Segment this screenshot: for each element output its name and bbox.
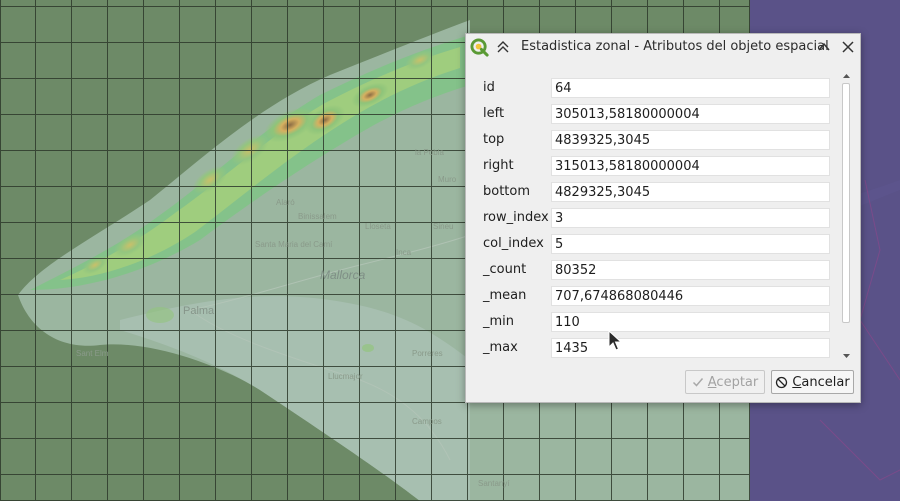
scrollbar-thumb[interactable] [842, 83, 850, 323]
attribute-row-top: top 4839325,3045 [476, 128, 832, 154]
attribute-label: right [483, 158, 514, 173]
attribute-label: bottom [483, 184, 531, 199]
double-chevron-up-icon[interactable] [495, 39, 511, 55]
scroll-down-arrow-icon[interactable] [840, 350, 853, 362]
scroll-up-arrow-icon[interactable] [840, 70, 853, 82]
attribute-row-left: left 305013,58180000004 [476, 102, 832, 128]
cancel-button-label: Cancelar [792, 374, 850, 390]
dialog-title: Estadistica zonal - Atributos del objeto… [521, 39, 829, 54]
attribute-value-field[interactable]: 315013,58180000004 [551, 156, 830, 176]
attribute-value-field[interactable]: 110 [551, 312, 830, 332]
attribute-row-bottom: bottom 4829325,3045 [476, 180, 832, 206]
cancel-circle-icon [776, 376, 788, 388]
attribute-label: top [483, 132, 505, 147]
attribute-row-mean: _mean 707,674868080446 [476, 284, 832, 310]
attribute-form: id 64 left 305013,58180000004 top 4839325,304… [476, 76, 832, 362]
accept-button[interactable]: Aceptar [685, 370, 765, 394]
close-icon[interactable] [840, 39, 856, 55]
attribute-value-field[interactable]: 305013,58180000004 [551, 104, 830, 124]
dialog-titlebar[interactable]: Estadistica zonal - Atributos del objeto… [466, 34, 860, 60]
feature-attributes-dialog: Estadistica zonal - Atributos del objeto… [465, 33, 861, 403]
attribute-label: col_index [483, 236, 544, 251]
attribute-value-field[interactable]: 1435 [551, 338, 830, 358]
cancel-button[interactable]: Cancelar [771, 370, 854, 394]
mouse-pointer-icon [608, 330, 622, 351]
attribute-label: _mean [483, 288, 527, 303]
attribute-row-id: id 64 [476, 76, 832, 102]
minimize-chevron-up-icon[interactable] [816, 39, 832, 55]
attribute-row-max: _max 1435 [476, 336, 832, 362]
attribute-label: _min [483, 314, 515, 329]
checkmark-icon [692, 378, 703, 387]
qgis-logo-icon [470, 38, 489, 57]
attribute-value-field[interactable]: 707,674868080446 [551, 286, 830, 306]
attribute-value-field[interactable]: 64 [551, 78, 830, 98]
attribute-row-right: right 315013,58180000004 [476, 154, 832, 180]
attribute-value-field[interactable]: 4839325,3045 [551, 130, 830, 150]
form-scrollbar[interactable] [840, 70, 853, 362]
accept-button-label: Aceptar [707, 374, 759, 390]
attribute-value-field[interactable]: 5 [551, 234, 830, 254]
attribute-label: _max [483, 340, 518, 355]
attribute-label: row_index [483, 210, 549, 225]
attribute-value-field[interactable]: 4829325,3045 [551, 182, 830, 202]
attribute-row-row-index: row_index 3 [476, 206, 832, 232]
attribute-row-col-index: col_index 5 [476, 232, 832, 258]
attribute-value-field[interactable]: 3 [551, 208, 830, 228]
attribute-label: left [483, 106, 505, 121]
attribute-row-count: _count 80352 [476, 258, 832, 284]
attribute-label: _count [483, 262, 527, 277]
attribute-row-min: _min 110 [476, 310, 832, 336]
attribute-value-field[interactable]: 80352 [551, 260, 830, 280]
attribute-label: id [483, 80, 495, 95]
